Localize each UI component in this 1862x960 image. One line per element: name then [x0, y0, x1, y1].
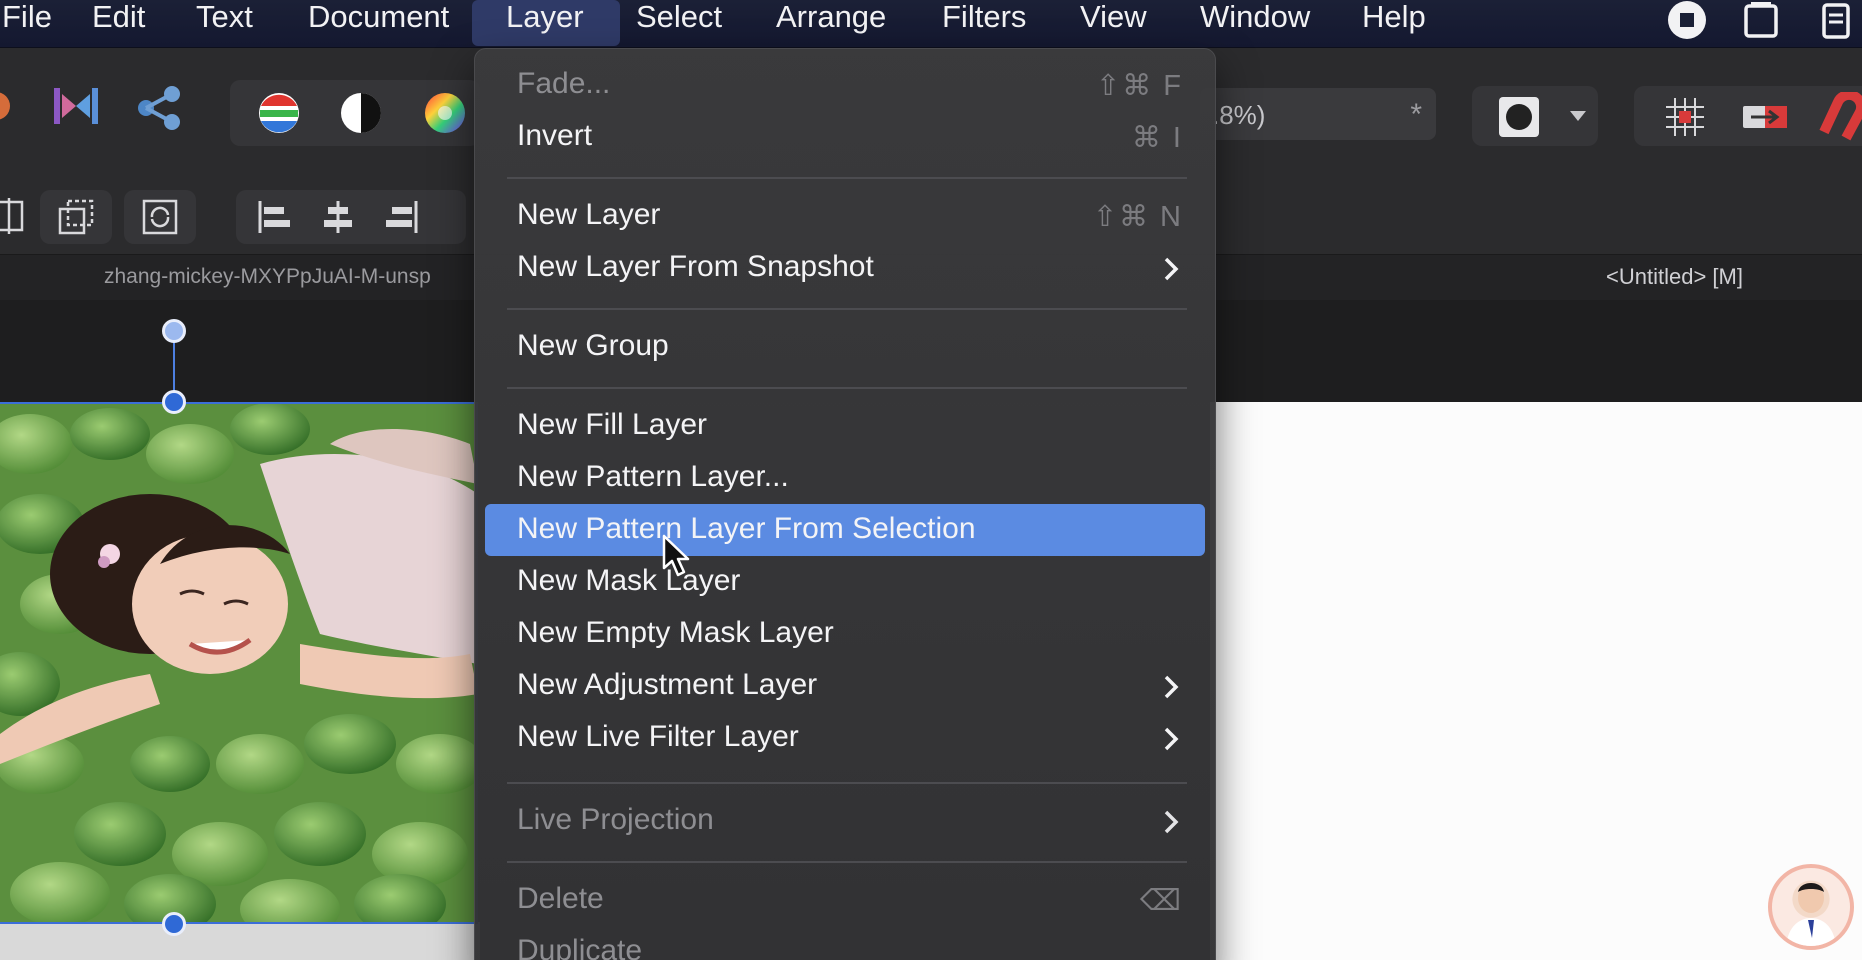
- mouse-pointer-icon: [662, 534, 692, 583]
- menu-item-new-layer-from-snapshot[interactable]: New Layer From Snapshot: [485, 242, 1205, 294]
- menu-item-label: New Pattern Layer...: [517, 460, 789, 493]
- menu-help[interactable]: Help: [1346, 0, 1442, 46]
- share-icon[interactable]: [134, 82, 186, 134]
- menu-item-label: New Mask Layer: [517, 564, 741, 597]
- menu-item-new-pattern-layer[interactable]: New Pattern Layer...: [485, 452, 1205, 504]
- transform-icon[interactable]: [52, 194, 100, 240]
- menu-item-label: New Adjustment Layer: [517, 668, 818, 701]
- menu-separator: [507, 177, 1187, 179]
- zoom-value: .8%): [1212, 100, 1266, 130]
- menu-item-label: New Layer From Snapshot: [517, 250, 874, 283]
- dropdown-arrow-icon[interactable]: [1566, 104, 1590, 128]
- menu-item-new-pattern-layer-from-selection[interactable]: New Pattern Layer From Selection: [485, 504, 1205, 556]
- circle-brush-icon[interactable]: [1498, 96, 1540, 138]
- hsl-icon[interactable]: [422, 90, 468, 136]
- menu-arrange[interactable]: Arrange: [760, 0, 902, 46]
- window-icon[interactable]: [1740, 0, 1782, 40]
- menu-bar-tray: [1666, 0, 1862, 40]
- grid-snap-icon[interactable]: [1660, 92, 1710, 142]
- menu-separator: [507, 308, 1187, 310]
- menu-select[interactable]: Select: [620, 0, 738, 46]
- align-right-icon[interactable]: [378, 194, 426, 240]
- workspace-bottom: [0, 922, 480, 960]
- align-center-icon[interactable]: [314, 194, 362, 240]
- flip-horizontal-icon[interactable]: [0, 192, 30, 240]
- menu-separator: [507, 782, 1187, 784]
- menu-item-fade[interactable]: Fade... ⇧⌘ F: [485, 59, 1205, 111]
- shortcut-label: ⌘ I: [1131, 122, 1183, 154]
- layer-menu-dropdown: Fade... ⇧⌘ F Invert ⌘ I New Layer ⇧⌘ N N…: [474, 48, 1216, 960]
- menu-item-label: Live Projection: [517, 803, 714, 836]
- menu-item-new-mask-layer[interactable]: New Mask Layer: [485, 556, 1205, 608]
- black-white-icon[interactable]: [338, 90, 384, 136]
- menu-item-label: New Empty Mask Layer: [517, 616, 834, 649]
- menu-file[interactable]: File: [0, 0, 68, 46]
- document-tab-untitled[interactable]: <Untitled> [M]: [1606, 264, 1743, 290]
- export-persona-icon[interactable]: [48, 78, 104, 134]
- align-left-icon[interactable]: [250, 194, 298, 240]
- photo-layer[interactable]: [0, 402, 478, 924]
- shortcut-label: ⇧⌘ F: [1095, 70, 1183, 102]
- move-to-icon[interactable]: [1740, 96, 1790, 138]
- submenu-chevron-icon: [1163, 256, 1179, 287]
- menu-window[interactable]: Window: [1184, 0, 1326, 46]
- menu-item-label: New Pattern Layer From Selection: [517, 512, 976, 545]
- magnet-icon[interactable]: [1818, 92, 1862, 142]
- clipboard-icon[interactable]: [1814, 0, 1856, 40]
- record-stop-icon[interactable]: [1666, 0, 1708, 40]
- untitled-canvas[interactable]: [1210, 402, 1862, 960]
- document-tab-photo[interactable]: zhang-mickey-MXYPpJuAI-M-unsp: [104, 265, 431, 289]
- menu-edit[interactable]: Edit: [76, 0, 161, 46]
- submenu-chevron-icon: [1163, 674, 1179, 705]
- menu-item-new-group[interactable]: New Group: [485, 321, 1205, 373]
- rotate-icon[interactable]: [136, 194, 184, 240]
- menu-separator: [507, 861, 1187, 863]
- menu-item-label: New Fill Layer: [517, 408, 708, 441]
- menu-item-duplicate[interactable]: Duplicate: [485, 926, 1205, 960]
- menu-filters[interactable]: Filters: [926, 0, 1042, 46]
- submenu-chevron-icon: [1163, 726, 1179, 757]
- delete-key-icon: ⌫: [1139, 885, 1183, 917]
- menu-item-label: New Group: [517, 329, 669, 362]
- menu-separator: [507, 387, 1187, 389]
- menu-layer[interactable]: Layer: [472, 0, 620, 46]
- persona-icon[interactable]: [0, 86, 14, 126]
- rotation-handle[interactable]: [162, 319, 186, 343]
- menu-document[interactable]: Document: [292, 0, 465, 46]
- menu-item-live-projection[interactable]: Live Projection: [485, 795, 1205, 847]
- submenu-chevron-icon: [1163, 809, 1179, 840]
- menu-item-new-adjustment-layer[interactable]: New Adjustment Layer: [485, 660, 1205, 712]
- menu-item-delete[interactable]: Delete ⌫: [485, 874, 1205, 926]
- levels-icon[interactable]: [256, 90, 302, 136]
- bottom-handle[interactable]: [162, 912, 186, 936]
- menu-item-label: Duplicate: [517, 934, 643, 960]
- menu-item-new-layer[interactable]: New Layer ⇧⌘ N: [485, 190, 1205, 242]
- zoom-field[interactable]: .8%) *: [1200, 88, 1436, 140]
- menu-item-label: New Live Filter Layer: [517, 720, 799, 753]
- menu-item-new-live-filter-layer[interactable]: New Live Filter Layer: [485, 712, 1205, 764]
- menu-item-invert[interactable]: Invert ⌘ I: [485, 111, 1205, 163]
- shortcut-label: ⇧⌘ N: [1092, 201, 1183, 233]
- menu-item-label: Fade...: [517, 67, 611, 100]
- menu-item-label: Invert: [517, 119, 593, 152]
- top-handle[interactable]: [162, 390, 186, 414]
- menu-item-label: New Layer: [517, 198, 661, 231]
- menu-item-new-fill-layer[interactable]: New Fill Layer: [485, 400, 1205, 452]
- menu-item-label: Delete: [517, 882, 604, 915]
- unsaved-marker: *: [1410, 98, 1422, 131]
- menu-item-new-empty-mask-layer[interactable]: New Empty Mask Layer: [485, 608, 1205, 660]
- menu-view[interactable]: View: [1064, 0, 1163, 46]
- menu-bar: File Edit Text Document Layer Select Arr…: [0, 0, 1862, 48]
- presenter-avatar: [1768, 864, 1854, 950]
- menu-text[interactable]: Text: [180, 0, 269, 46]
